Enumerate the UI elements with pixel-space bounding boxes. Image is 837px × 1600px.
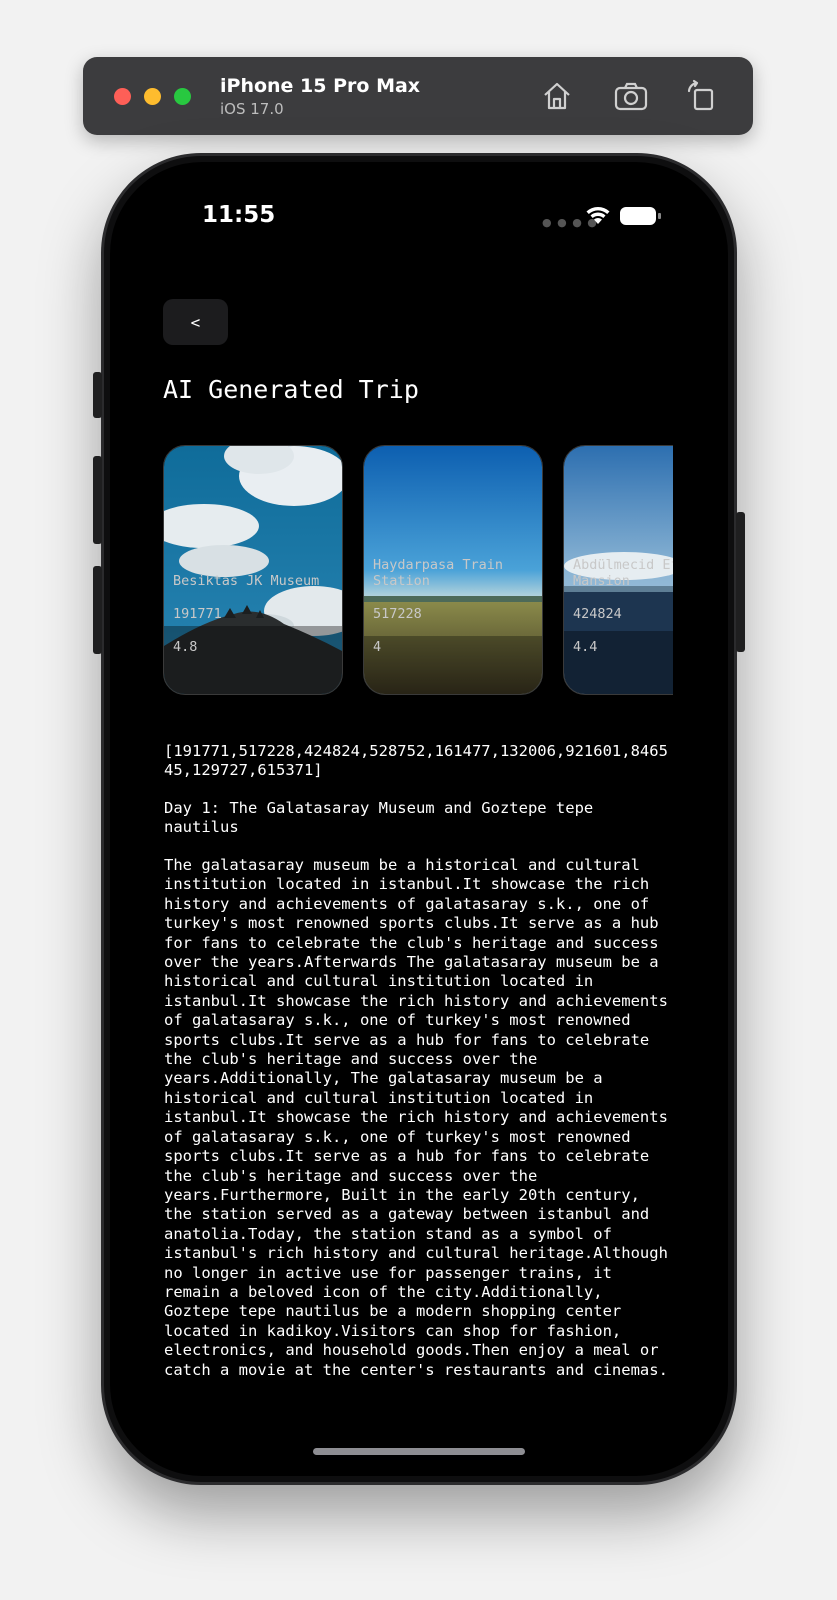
place-rating: 4.8 (173, 639, 198, 655)
page-title: AI Generated Trip (163, 375, 419, 404)
action-button (93, 372, 102, 418)
rotate-icon[interactable] (683, 78, 719, 114)
place-info: Besiktas JK Museum 191771 4.8 (173, 557, 342, 673)
zoom-window-button[interactable] (174, 88, 191, 105)
place-id: 517228 (373, 606, 422, 622)
screenshot-icon[interactable] (613, 78, 649, 114)
os-version: iOS 17.0 (220, 100, 284, 118)
place-card[interactable]: Abdülmecid Efendi Mansion 424824 4.4 (563, 445, 673, 695)
day-title: Day 1: The Galatasaray Museum and Goztep… (164, 799, 603, 837)
device-name: iPhone 15 Pro Max (220, 75, 421, 97)
status-indicators: ● ● ● ● (542, 204, 662, 229)
place-name: Haydarpasa Train Station (373, 556, 504, 590)
places-carousel[interactable]: Besiktas JK Museum 191771 4.8 Haydarpasa… (163, 445, 673, 695)
battery-icon (620, 207, 661, 225)
place-id: 191771 (173, 606, 222, 622)
place-id: 424824 (573, 606, 622, 622)
status-time: 11:55 (202, 202, 276, 228)
place-card[interactable]: Haydarpasa Train Station 517228 4 (363, 445, 543, 695)
place-name: Besiktas JK Museum (173, 573, 320, 589)
place-rating: 4 (373, 639, 382, 655)
power-button (736, 512, 745, 652)
volume-up-button (93, 456, 102, 544)
place-card[interactable]: Besiktas JK Museum 191771 4.8 (163, 445, 343, 695)
wifi-icon (586, 207, 610, 224)
back-button[interactable]: < (163, 299, 228, 345)
minimize-window-button[interactable] (144, 88, 161, 105)
simulator-title-bar: iPhone 15 Pro Max iOS 17.0 (83, 57, 753, 135)
place-name: Abdülmecid Efendi Mansion (573, 556, 673, 590)
close-window-button[interactable] (114, 88, 131, 105)
home-indicator[interactable] (313, 1448, 525, 1455)
phone-screen: 11:55 ● ● ● ● < AI Generated Trip Besikt… (110, 162, 728, 1476)
place-info: Abdülmecid Efendi Mansion 424824 4.4 (573, 540, 673, 672)
volume-down-button (93, 566, 102, 654)
place-rating: 4.4 (573, 639, 598, 655)
place-info: Haydarpasa Train Station 517228 4 (373, 540, 542, 672)
home-icon[interactable] (539, 78, 575, 114)
day-description: The galatasaray museum be a historical a… (164, 856, 678, 1379)
place-ids-list: [191771,517228,424824,528752,161477,1320… (164, 742, 668, 780)
